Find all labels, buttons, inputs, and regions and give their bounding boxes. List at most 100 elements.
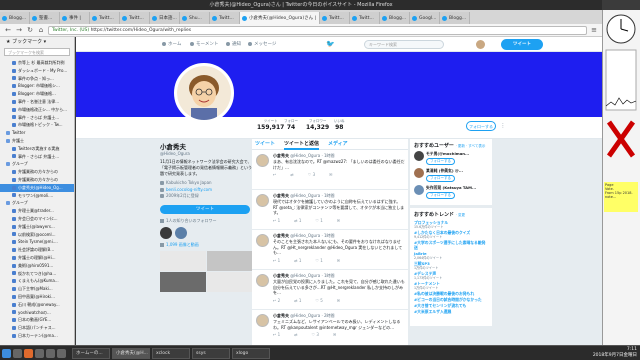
direct-message-icon[interactable]: ✉ [337, 258, 340, 263]
tweet-avatar[interactable] [256, 234, 269, 247]
bookmark-folder[interactable]: グループ [0, 160, 74, 168]
bookmark-item[interactable]: 仮かれてつき(@ha... [0, 270, 74, 278]
reply-button[interactable]: ↩ 2 [273, 298, 280, 303]
browser-tab[interactable]: Twitt... [350, 12, 380, 24]
trend-item[interactable]: #私の彼は決勝戦の最後のお発もれ [414, 291, 488, 296]
tweet-author-handle[interactable]: @Hideo_Ogura · 2時間 [290, 313, 334, 318]
browser-tab[interactable]: Twitt... [120, 12, 150, 24]
direct-message-icon[interactable]: ✉ [329, 172, 332, 177]
taskbar-task[interactable]: 小倉秀夫(@H... [112, 347, 150, 359]
bookmark-item[interactable]: 弁護士の理解(@Hi... [0, 254, 74, 262]
bookmark-item[interactable]: 日本語(パンチャス... [0, 324, 74, 332]
browser-tab[interactable]: Blogg... [380, 12, 410, 24]
stat-following[interactable]: フォロー 74 [284, 119, 298, 131]
twitter-bird-icon[interactable]: 🐦 [326, 41, 335, 48]
bookmark-item[interactable]: 山下主宰(@Maki... [0, 285, 74, 293]
bookmark-item[interactable]: 事件 - 名誉注意 法律... [0, 98, 74, 106]
bookmark-item[interactable]: モリワン(@moli.... [0, 192, 74, 200]
reply-button[interactable]: ↩ 1 [273, 218, 280, 223]
suggested-user-avatar[interactable] [414, 168, 424, 178]
suggested-user-name[interactable]: 矢作芳晃 (Katsuya TAM... [426, 185, 476, 191]
browser-tab[interactable]: Twitt... [320, 12, 350, 24]
bookmark-item[interactable]: 社会評論の理解(B... [0, 246, 74, 254]
taskbar-task[interactable]: xlogo [232, 347, 270, 359]
followers-you-know-link[interactable]: 1人の知り合いのフォロワー [160, 218, 252, 224]
bookmark-item[interactable]: 事件の争点 - 知っ... [0, 75, 74, 83]
sticky-note[interactable]: Page Vote. From 15p 2018. note... [604, 182, 638, 212]
bookmark-item[interactable]: 弁護士(@lawyers... [0, 223, 74, 231]
tweet-author-name[interactable]: 小倉秀夫 [273, 233, 289, 238]
nav-moments[interactable]: モーメント [190, 41, 218, 47]
tweet[interactable]: 小倉秀夫 @Hideo_Ogura · 1時間 まあ、有志沈沈なので。RT @ma… [252, 150, 408, 190]
profile-handle[interactable]: @Hideo_Ogura [160, 151, 252, 156]
site-identity-badge[interactable]: Twitter, Inc. (US) [52, 28, 89, 33]
stat-likes[interactable]: いいね 98 [334, 119, 345, 131]
timeline-tab[interactable]: メディア [328, 139, 348, 150]
suggested-user-follow-button[interactable]: フォローする [426, 192, 455, 199]
bookmark-item[interactable]: yoshiwatchoの... [0, 309, 74, 317]
suggested-user-name[interactable]: 某清純 (仲眞玄) @... [426, 168, 463, 174]
tweet-avatar[interactable] [256, 154, 269, 167]
nav-home[interactable]: ホーム [162, 41, 181, 47]
reply-button[interactable]: ↩ [273, 172, 276, 177]
tweet-author-handle[interactable]: @Hideo_Ogura · 1時間 [290, 273, 334, 278]
forward-icon[interactable]: → [15, 26, 23, 34]
bookmark-item[interactable]: 弁理士業@trader... [0, 207, 74, 215]
suggested-user-avatar[interactable] [414, 151, 424, 161]
follow-button[interactable]: フォローする [466, 121, 496, 131]
browser-tab[interactable]: 日本語... [150, 12, 180, 24]
tweet-author-handle[interactable]: @Hideo_Ogura · 1時間 [290, 233, 334, 238]
like-button[interactable]: ♡ 1 [315, 258, 322, 263]
media-link[interactable]: 1,099 画像と動画 [160, 242, 252, 248]
follower-avatar[interactable] [175, 226, 187, 239]
tweet[interactable]: 小倉秀夫 @Hideo_Ogura · 1時間 現代ではオタクを擁護していかのよう… [252, 190, 408, 230]
bookmark-folder[interactable]: 弁護士 [0, 137, 74, 145]
trends-change-link[interactable]: · 変更 [456, 213, 465, 217]
bookmark-item[interactable]: 弁護業務の方々からの [0, 168, 74, 176]
bookmark-item[interactable]: Blogger: 市場価格... [0, 90, 74, 98]
bookmark-search-input[interactable]: ブックマークを検索 [4, 48, 70, 56]
taskbar-task[interactable]: xclock [152, 347, 190, 359]
suggested-user-name[interactable]: モテ男(@mochiman... [426, 151, 469, 157]
retweet-button[interactable]: ⇄ 1 [294, 298, 301, 303]
bookmark-item[interactable]: 市場価格改正シ... 中から... [0, 106, 74, 114]
timeline-tab[interactable]: ツイート [255, 139, 275, 150]
like-button[interactable]: ♡ 1 [315, 218, 322, 223]
menu-icon[interactable]: ≡ [590, 26, 598, 34]
home-icon[interactable]: ⌂ [37, 26, 45, 34]
url-bar[interactable]: Twitter, Inc. (US) https://twitter.com/H… [48, 25, 587, 35]
browser-tab[interactable]: Blogg... [440, 12, 470, 24]
timeline-tab[interactable]: ツイートと返信 [284, 139, 320, 150]
terminal-icon[interactable] [13, 348, 22, 358]
bookmark-item[interactable]: 日本カーテン(@ma... [0, 332, 74, 340]
firefox-icon[interactable] [24, 348, 33, 358]
bookmark-item[interactable]: 美術(@hiro0591... [0, 262, 74, 270]
settings-icon[interactable] [57, 348, 66, 358]
suggested-user-follow-button[interactable]: フォローする [426, 175, 455, 182]
taskbar-task[interactable]: ホームーの... [72, 347, 110, 359]
start-menu-icon[interactable] [2, 348, 11, 358]
tweet-avatar[interactable] [256, 314, 269, 327]
retweet-button[interactable]: ⇄ [294, 332, 297, 337]
tweet-author-name[interactable]: 小倉秀夫 [273, 193, 289, 198]
tweet-author-handle[interactable]: @Hideo_Ogura · 1時間 [290, 153, 334, 158]
sidebar-header[interactable]: ★ ブックマーク ▾ [0, 37, 74, 47]
files-icon[interactable] [35, 348, 44, 358]
stat-tweets[interactable]: ツイート 159,917 [257, 119, 284, 131]
suggested-user-avatar[interactable] [414, 185, 424, 195]
direct-message-icon[interactable]: ✉ [337, 298, 340, 303]
media-thumbnail[interactable] [160, 271, 206, 292]
tweet[interactable]: 小倉秀夫 @Hideo_Ogura · 1時間 そのことを主張された本人ないにも、… [252, 230, 408, 270]
bookmark-item[interactable]: Twitterの実施する実施 [0, 145, 74, 153]
trend-item[interactable]: #大米原エルザ入選展 [414, 309, 488, 314]
direct-message-icon[interactable]: ✉ [333, 332, 336, 337]
nav-notifications[interactable]: 通知 [226, 41, 241, 47]
bookmark-item[interactable]: Blogger: 市場価格シ... [0, 82, 74, 90]
retweet-button[interactable]: ⇄ [290, 172, 293, 177]
bookmark-item[interactable]: 小倉秀夫(@Hideo_Og... [0, 183, 74, 192]
like-button[interactable]: ♡ 3 [308, 172, 315, 177]
retweet-button[interactable]: ⇄ 1 [294, 218, 301, 223]
trend-item[interactable]: #ビコーの当日の試合時間がかなかった [414, 297, 488, 302]
back-icon[interactable]: ← [4, 26, 12, 34]
bookmark-item[interactable]: 日本の動画(GYE... [0, 316, 74, 324]
